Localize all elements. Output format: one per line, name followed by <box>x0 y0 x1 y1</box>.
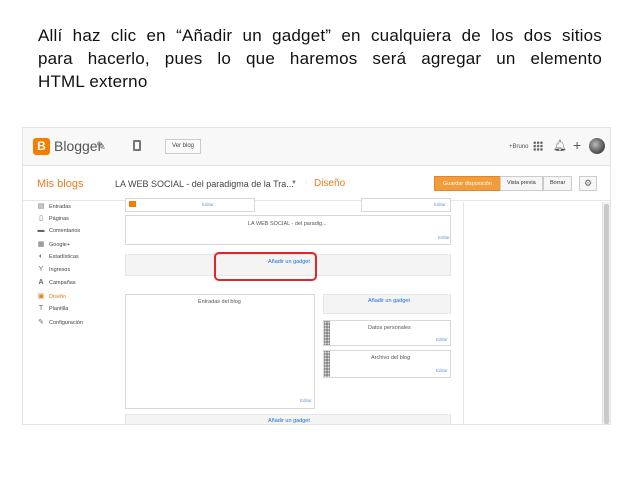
sidebar-item-estadisticas[interactable]: ◐ Estadísticas <box>37 253 79 263</box>
sidebar-item-configuracion[interactable]: ✎ Configuración <box>37 318 83 328</box>
trophy-icon: Y <box>38 266 44 273</box>
comments-icon: ▬ <box>37 227 45 234</box>
slide-caption: Allí haz clic en “Añadir un gadget” en c… <box>38 24 602 93</box>
scrollbar-thumb[interactable] <box>604 204 609 424</box>
sidebar-item-campanas[interactable]: A Campañas <box>37 279 75 289</box>
sidebar-item-diseno[interactable]: ▣ Diseño <box>37 292 66 302</box>
breadcrumb-section: Diseño <box>314 178 346 189</box>
blog-archive-title: Archivo del blog <box>371 355 411 361</box>
bottom-add-gadget-slot: Añadir un gadget <box>125 414 451 424</box>
header-gadget[interactable]: LA WEB SOCIAL - del paradig... Editar <box>125 215 451 245</box>
drag-handle[interactable] <box>324 321 330 345</box>
avatar[interactable] <box>589 138 605 154</box>
sidebar-add-gadget-slot: Añadir un gadget <box>323 294 451 314</box>
edit-link[interactable]: Editar <box>436 368 448 373</box>
edit-link[interactable]: Editar <box>436 337 448 342</box>
campaigns-icon: A <box>38 279 44 286</box>
pages-icon: ▯ <box>39 215 43 222</box>
user-link[interactable]: +Bruno <box>509 144 529 150</box>
sidebar-item-ingresos[interactable]: Y Ingresos <box>37 266 70 276</box>
my-blogs-link[interactable]: Mis blogs <box>37 178 83 190</box>
caption-line-2: para hacerlo, pues lo que haremos será a… <box>38 49 602 68</box>
stats-icon: ◐ <box>38 253 44 260</box>
breadcrumb-separator: · <box>305 179 308 186</box>
edit-link[interactable]: Editar <box>438 235 450 240</box>
layout-icon: ▣ <box>37 293 45 300</box>
apps-icon[interactable] <box>533 141 543 151</box>
entries-icon: ▤ <box>37 203 45 210</box>
drag-handle[interactable] <box>324 351 330 377</box>
column-divider <box>463 202 464 424</box>
blogger-logo-icon[interactable]: B <box>33 138 50 155</box>
delete-button[interactable]: Borrar <box>543 176 573 191</box>
add-gadget-sidebar-link[interactable]: Añadir un gadget <box>368 298 410 304</box>
caption-line-1: Allí haz clic en “Añadir un gadget” en c… <box>38 26 602 45</box>
add-gadget-bottom-link[interactable]: Añadir un gadget <box>268 418 310 424</box>
edit-link[interactable]: Editar <box>434 202 446 207</box>
googleplus-icon: ▦ <box>37 241 45 248</box>
sidebar-item-entradas[interactable]: ▤ Entradas <box>37 202 71 212</box>
preview-button[interactable]: Vista previa <box>500 176 543 191</box>
blog-posts-title: Entradas del blog <box>198 299 241 305</box>
highlight-box <box>214 252 317 281</box>
bell-icon[interactable]: 🔔︎ <box>553 139 567 152</box>
sidebar-item-plantilla[interactable]: T Plantilla <box>37 305 68 315</box>
sidebar-item-paginas[interactable]: ▯ Páginas <box>37 214 69 224</box>
plus-icon[interactable]: + <box>573 137 581 153</box>
sidebar-item-comentarios[interactable]: ▬ Comentarios <box>37 227 81 237</box>
pencil-icon[interactable]: ✎ <box>96 139 106 153</box>
blog-title-selector[interactable]: LA WEB SOCIAL - del paradigma de la Tra.… <box>115 179 294 189</box>
gear-icon[interactable]: ⚙ <box>579 176 597 191</box>
blog-archive-gadget[interactable]: Archivo del blog Editar <box>323 350 451 378</box>
blogger-mini-icon <box>129 201 136 207</box>
sub-bar: Mis blogs LA WEB SOCIAL - del paradigma … <box>23 167 610 201</box>
blog-posts-gadget[interactable]: Entradas del blog Editar <box>125 294 315 409</box>
edit-link[interactable]: Editar <box>202 202 214 207</box>
top-gadget-right: Editar <box>361 198 451 212</box>
header-gadget-title: LA WEB SOCIAL - del paradig... <box>248 221 327 227</box>
template-icon: T <box>38 305 44 312</box>
chevron-down-icon[interactable]: ▼ <box>291 180 297 186</box>
top-bar: B Blogger ✎ Ver blog +Bruno 🔔︎ + <box>23 128 610 166</box>
personal-data-title: Datos personales <box>368 325 411 331</box>
edit-link[interactable]: Editar <box>300 398 312 403</box>
sidebar-nav: ▤ Entradas ▯ Páginas ▬ Comentarios ▦ Google+… <box>23 202 117 424</box>
top-gadget-left: Editar <box>125 198 255 212</box>
layout-editor: Editar Editar LA WEB SOCIAL - del paradi… <box>123 198 463 424</box>
personal-data-gadget[interactable]: Datos personales Editar <box>323 320 451 346</box>
sidebar-item-googleplus[interactable]: ▦ Google+ <box>37 240 70 250</box>
pages-icon[interactable] <box>133 140 141 151</box>
caption-line-3: HTML externo <box>38 72 148 91</box>
view-blog-button[interactable]: Ver blog <box>165 139 202 154</box>
save-layout-button[interactable]: Guardar disposición <box>434 176 501 191</box>
wrench-icon: ✎ <box>38 319 44 326</box>
